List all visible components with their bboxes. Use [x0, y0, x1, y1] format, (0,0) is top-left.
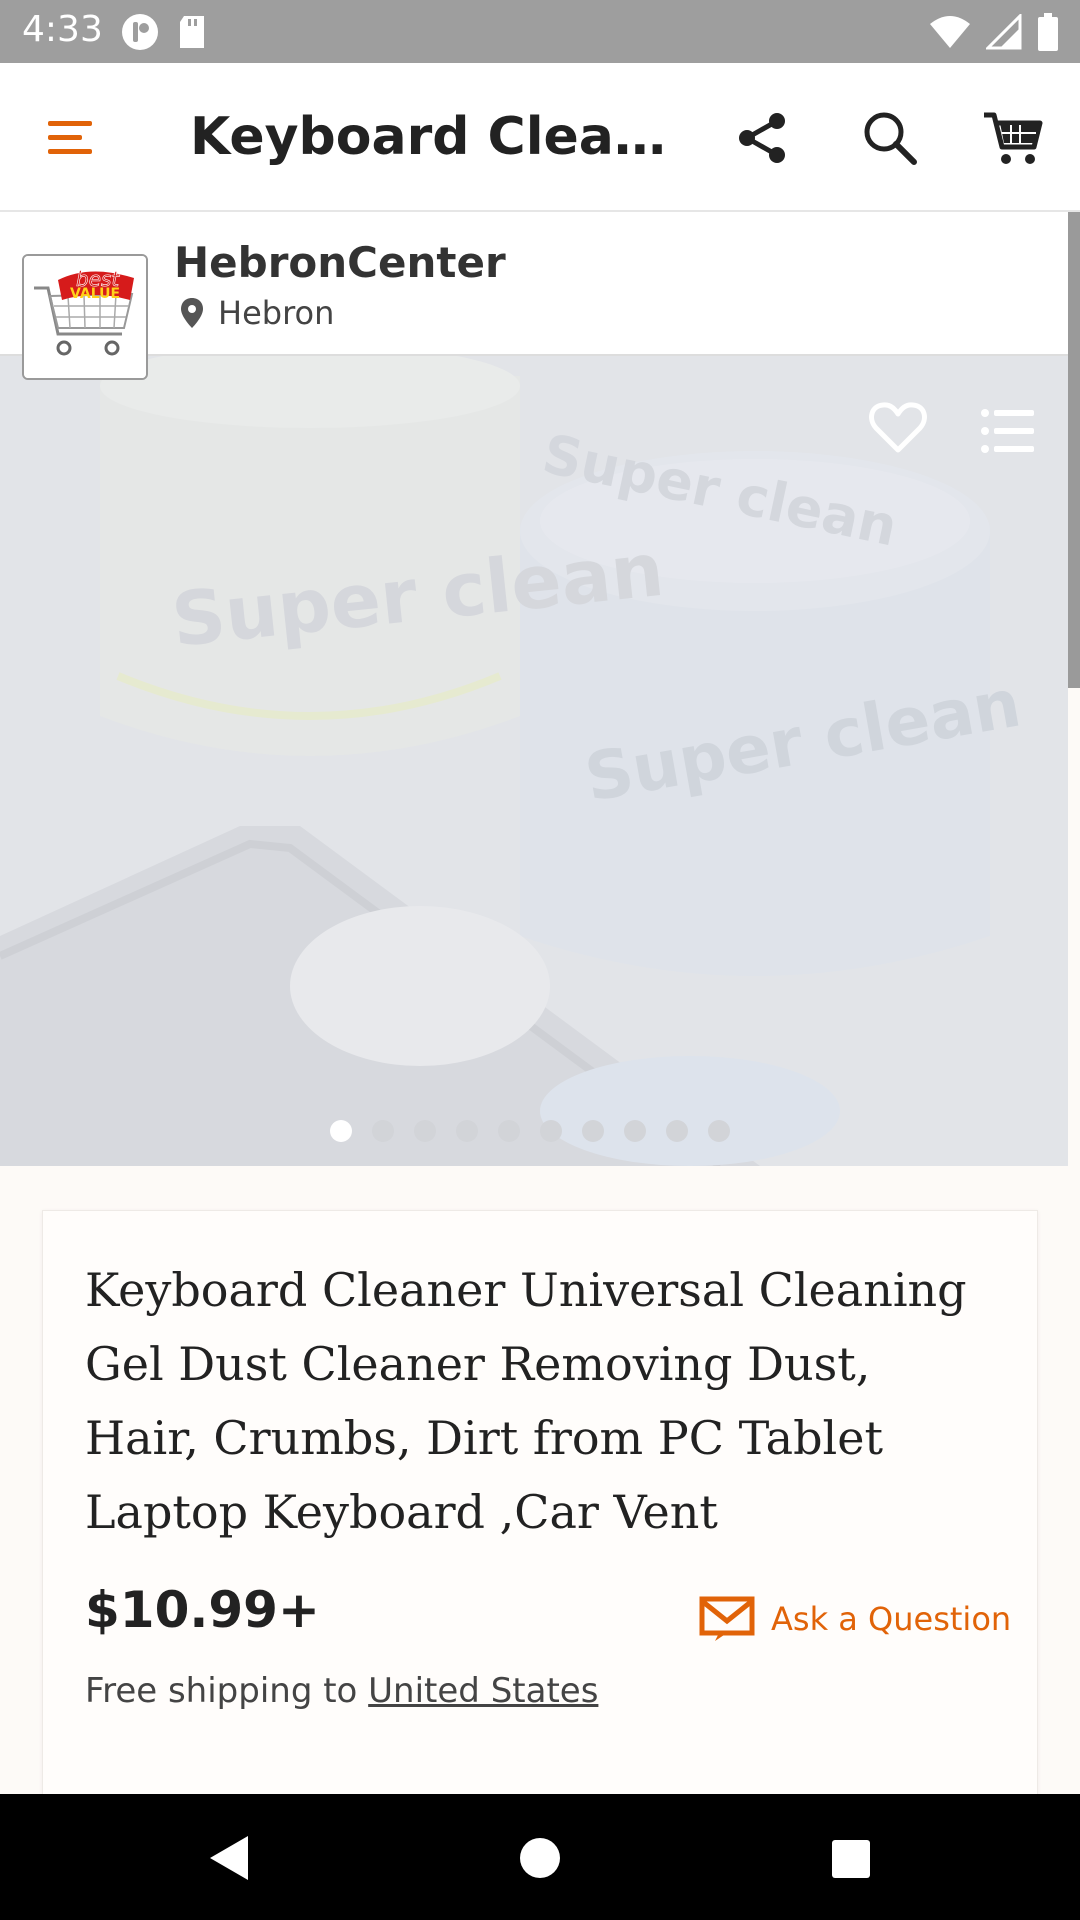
system-nav-bar: [0, 1794, 1080, 1920]
cart-icon: [984, 112, 1043, 164]
share-button[interactable]: [728, 103, 798, 173]
gallery-dot[interactable]: [414, 1120, 436, 1142]
shipping-prefix: Free shipping to: [85, 1671, 358, 1711]
shop-header[interactable]: HebronCenter Hebron: [0, 212, 1068, 356]
back-icon: [210, 1836, 248, 1880]
shop-logo[interactable]: best VALUE: [22, 254, 148, 380]
scrollbar[interactable]: [1068, 212, 1080, 688]
location-pin-icon: [181, 298, 203, 328]
gallery-dot-active[interactable]: [330, 1120, 352, 1142]
gallery-dot[interactable]: [624, 1120, 646, 1142]
product-image-gallery[interactable]: Super clean Super clean Super clean: [0, 356, 1068, 1166]
cell-signal-icon: [984, 12, 1022, 55]
page-title: Keyboard Cleane...: [190, 107, 690, 167]
recents-button[interactable]: [822, 1830, 878, 1886]
status-right-icons: [928, 12, 1060, 57]
add-to-list-button[interactable]: [980, 406, 1036, 456]
product-image: Super clean Super clean Super clean: [0, 356, 1068, 1166]
gallery-dot[interactable]: [456, 1120, 478, 1142]
list-icon: [981, 409, 1034, 453]
mail-icon: [699, 1596, 755, 1641]
favorite-button[interactable]: [868, 398, 928, 458]
home-icon: [520, 1838, 560, 1878]
search-button[interactable]: [855, 103, 925, 173]
screen: 4:33 Keyboard Cleane... HebronCenter Heb…: [0, 0, 1080, 1920]
shop-location: Hebron: [180, 294, 334, 332]
battery-icon: [1036, 12, 1060, 57]
gallery-dot[interactable]: [498, 1120, 520, 1142]
shipping-destination-link[interactable]: United States: [368, 1671, 598, 1711]
shop-logo-image: best VALUE: [24, 256, 146, 378]
shipping-info: Free shipping to United States: [85, 1671, 598, 1711]
ask-question-button[interactable]: Ask a Question: [699, 1595, 1011, 1643]
gallery-dot[interactable]: [708, 1120, 730, 1142]
status-time: 4:33: [22, 9, 103, 50]
svg-text:VALUE: VALUE: [70, 286, 120, 302]
status-bar: 4:33: [0, 0, 1080, 63]
shop-location-label: Hebron: [218, 294, 335, 332]
share-icon: [739, 113, 785, 163]
sd-card-icon: [176, 12, 208, 57]
notification-app-icon: [120, 12, 160, 57]
gallery-page-indicator: [0, 1120, 1068, 1144]
back-button[interactable]: [200, 1830, 256, 1886]
wifi-icon: [928, 14, 972, 55]
search-icon: [864, 112, 917, 165]
heart-icon: [869, 402, 927, 453]
menu-icon: [48, 121, 92, 154]
shop-name[interactable]: HebronCenter: [174, 238, 506, 287]
product-price: $10.99+: [85, 1581, 320, 1639]
status-left-icons: [120, 12, 208, 57]
ask-question-label: Ask a Question: [771, 1600, 1012, 1638]
menu-button[interactable]: [40, 107, 100, 167]
gallery-dot[interactable]: [372, 1120, 394, 1142]
gallery-dot[interactable]: [666, 1120, 688, 1142]
gallery-dot[interactable]: [582, 1120, 604, 1142]
product-title: Keyboard Cleaner Universal Cleaning Gel …: [85, 1263, 967, 1539]
home-button[interactable]: [512, 1830, 568, 1886]
cart-button[interactable]: [978, 103, 1048, 173]
gallery-dot[interactable]: [540, 1120, 562, 1142]
recents-icon: [832, 1840, 870, 1878]
app-bar: Keyboard Cleane...: [0, 63, 1080, 212]
